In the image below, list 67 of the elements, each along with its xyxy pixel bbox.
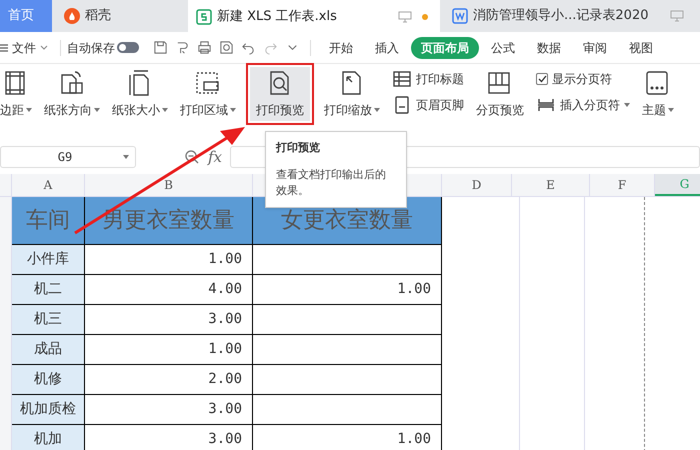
table-cell: 3.00 xyxy=(85,425,253,450)
ribbon-button[interactable]: 边距 xyxy=(0,67,38,121)
table-cell: 3.00 xyxy=(85,395,253,424)
zoom-icon[interactable] xyxy=(184,149,200,165)
ribbon-button[interactable]: 主题 xyxy=(636,67,680,121)
table-cell: 4.00 xyxy=(85,275,253,304)
file-menu[interactable]: 文件 xyxy=(0,38,54,56)
ribbon-button[interactable]: 打印缩放 xyxy=(318,67,386,121)
table-cell: 机二 xyxy=(12,275,85,304)
monitor-icon xyxy=(670,10,684,22)
ribbon-small-button[interactable]: 打印标题 xyxy=(392,69,464,89)
column-header[interactable]: D xyxy=(442,174,512,196)
name-box[interactable]: G9 xyxy=(0,146,136,168)
autosave-label: 自动保存 xyxy=(67,40,115,56)
save-icon[interactable] xyxy=(153,40,168,55)
table-cell: 机三 xyxy=(12,305,85,334)
flame-logo-icon xyxy=(64,8,80,24)
table-cell: 1.00 xyxy=(253,425,442,450)
tooltip-text: 查看文档打印输出后的效果。 xyxy=(276,166,387,198)
table-cell: 机加质检 xyxy=(12,395,85,424)
ribbon-tab[interactable]: 公式 xyxy=(481,36,525,58)
ribbon-tab[interactable]: 审阅 xyxy=(573,36,617,58)
print-icon[interactable] xyxy=(197,40,212,55)
check-icon xyxy=(538,75,546,83)
tab-label: 新建 XLS 工作表.xls xyxy=(217,8,337,26)
ribbon-small-button[interactable]: 页眉页脚 xyxy=(392,95,464,115)
table-cell: 小件库 xyxy=(12,245,85,274)
ribbon-button[interactable]: 打印预览 xyxy=(250,67,310,121)
ribbon-tab[interactable]: 插入 xyxy=(365,36,409,58)
tooltip-title: 打印预览 xyxy=(276,140,321,156)
chevron-icon xyxy=(40,44,48,50)
table-cell: 1.00 xyxy=(85,335,253,364)
format-icon[interactable] xyxy=(175,40,190,55)
menu-icon xyxy=(0,42,8,52)
header-cell: 车间 xyxy=(12,197,85,244)
column-header[interactable]: B xyxy=(85,174,253,196)
table-cell: 机加 xyxy=(12,425,85,450)
monitor-icon xyxy=(398,11,412,23)
ribbon-tab[interactable]: 开始 xyxy=(319,36,363,58)
preview-icon[interactable] xyxy=(219,40,234,55)
ribbon-button[interactable]: 打印区域 xyxy=(174,67,242,121)
fx-label: fx xyxy=(208,146,222,168)
table-cell: 机修 xyxy=(12,365,85,394)
ribbon-button[interactable]: 纸张方向 xyxy=(38,67,106,121)
tab-label: 首页 xyxy=(8,7,34,26)
table-rows-icon xyxy=(392,69,412,89)
tab-label: 消防管理领导小...记录表2020 xyxy=(473,7,648,26)
table-cell: 3.00 xyxy=(85,305,253,334)
caret-icon xyxy=(123,155,129,159)
autosave-toggle[interactable] xyxy=(117,42,139,53)
table-cell: 成品 xyxy=(12,335,85,364)
show-page-breaks-checkbox[interactable]: 显示分页符 xyxy=(536,69,630,89)
table-cell: 1.00 xyxy=(85,245,253,274)
table-cell: 2.00 xyxy=(85,365,253,394)
table-cell: 1.00 xyxy=(253,275,442,304)
ribbon-small-button[interactable]: 插入分页符 xyxy=(536,95,630,115)
doc-logo-icon xyxy=(452,8,468,24)
ribbon-tab[interactable]: 视图 xyxy=(619,36,663,58)
ribbon-tab[interactable]: 数据 xyxy=(527,36,571,58)
column-header[interactable]: A xyxy=(12,174,85,196)
column-header[interactable]: E xyxy=(512,174,590,196)
ribbon-button[interactable]: 分页预览 xyxy=(470,67,530,121)
sheet-logo-icon xyxy=(196,9,212,25)
ribbon-button[interactable]: 纸张大小 xyxy=(106,67,174,121)
checkbox[interactable] xyxy=(536,73,548,85)
tab-label: 稻壳 xyxy=(85,7,111,26)
document-tab[interactable]: 新建 XLS 工作表.xls xyxy=(188,0,440,32)
